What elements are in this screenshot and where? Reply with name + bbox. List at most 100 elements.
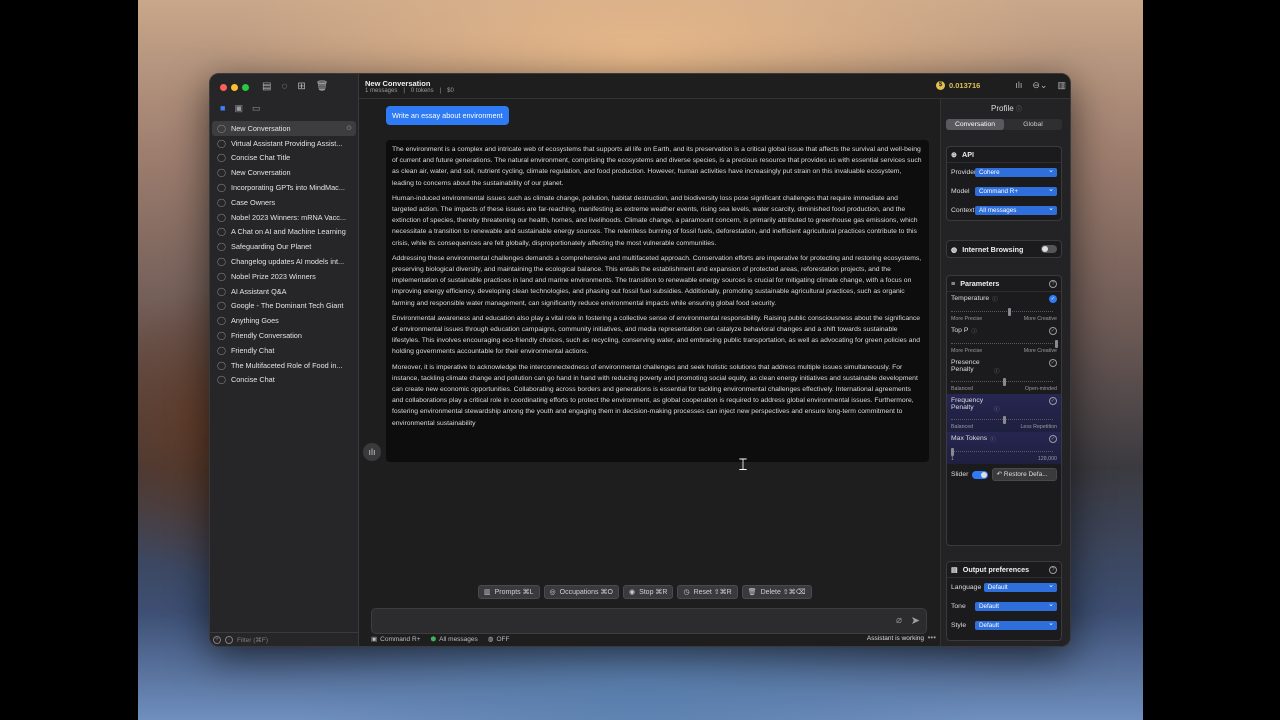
conversation-item[interactable]: ◯ Virtual Assistant Providing Assist...	[212, 136, 356, 151]
conversation-item[interactable]: ◯ Concise Chat Title	[212, 151, 356, 166]
temperature-checkbox[interactable]: ✓	[1049, 295, 1057, 303]
top-p-checkbox[interactable]: ✓	[1049, 327, 1057, 335]
frequency-penalty-slider[interactable]	[951, 416, 1057, 424]
info-icon: ⓘ	[994, 407, 1000, 413]
conversation-options-icon[interactable]: ⊙	[346, 124, 352, 132]
temperature-slider-thumb[interactable]	[1008, 308, 1011, 316]
toggle-sidebar-icon[interactable]: ▤	[262, 81, 271, 92]
chat-bubble-icon: ◯	[217, 242, 226, 252]
frequency-penalty-checkbox[interactable]: ✓	[1049, 397, 1057, 405]
prompts-button[interactable]: ▥ Prompts ⌘L	[478, 585, 540, 599]
inbox-icon[interactable]: ▣	[234, 103, 243, 114]
presence-penalty-checkbox[interactable]: ✓	[1049, 359, 1057, 367]
message-input[interactable]	[372, 609, 862, 633]
stop-label: Stop ⌘R	[639, 589, 668, 596]
toggle-panel-icon[interactable]: ▥	[1057, 80, 1066, 91]
temperature-high-label: More Creative	[1023, 316, 1057, 322]
send-icon[interactable]: ➤	[911, 614, 920, 627]
provider-select[interactable]: Cohere	[975, 166, 1057, 177]
conversation-item[interactable]: ◯ The Multifaceted Role of Food in...	[212, 358, 356, 373]
conversation-item[interactable]: ◯ Concise Chat	[212, 373, 356, 388]
voice-icon[interactable]: ılı	[1015, 80, 1022, 91]
internet-browsing-label: Internet Browsing	[962, 244, 1024, 254]
attachment-icon[interactable]: ⌀	[896, 615, 902, 626]
conversation-item[interactable]: ◯ Google - The Dominant Tech Giant	[212, 299, 356, 314]
text-cursor-icon: 𝙸	[737, 455, 749, 475]
trash-icon[interactable]: 🗑︎	[316, 81, 329, 92]
status-model[interactable]: ▣ Command R+	[371, 635, 421, 644]
chat-bubble-icon: ◯	[217, 316, 226, 326]
parameters-header: ≡ Parameters?	[947, 276, 1061, 292]
tab-global[interactable]: Global	[1004, 119, 1062, 130]
conversation-item[interactable]: ◯ AI Assistant Q&A	[212, 284, 356, 299]
max-tokens-slider-thumb[interactable]	[951, 448, 954, 456]
close-window-button[interactable]	[220, 84, 227, 91]
presence-penalty-slider-thumb[interactable]	[1003, 378, 1006, 386]
conversation-list: ◯ New Conversation ⊙ ◯ Virtual Assistant Pro…	[212, 121, 356, 387]
minimize-window-button[interactable]	[231, 84, 238, 91]
frequency-penalty-slider-thumb[interactable]	[1003, 416, 1006, 424]
reset-button[interactable]: ◷ Reset ⇧⌘R	[677, 585, 738, 599]
conversation-item[interactable]: ◯ A Chat on AI and Machine Learning	[212, 225, 356, 240]
stop-button[interactable]: ◉ Stop ⌘R	[622, 585, 674, 599]
language-select[interactable]: Default	[983, 581, 1057, 592]
top-p-slider[interactable]	[951, 340, 1058, 348]
temperature-label: Temperature	[951, 295, 990, 302]
folder-icon[interactable]: ■	[220, 103, 225, 114]
presence-penalty-slider[interactable]	[951, 378, 1057, 386]
temperature-slider[interactable]	[951, 308, 1057, 316]
max-tokens-param: Max Tokens ⓘ ✓ 1 128,000	[947, 432, 1061, 464]
add-icon[interactable]: +	[213, 635, 221, 644]
occupations-button[interactable]: ◎ Occupations ⌘O	[543, 585, 619, 599]
delete-button[interactable]: 🗑︎ Delete ⇧⌘⌫	[741, 585, 812, 599]
conversation-item[interactable]: ◯ New Conversation ⊙	[212, 121, 356, 136]
conversation-item[interactable]: ◯ Nobel 2023 Winners: mRNA Vacc...	[212, 210, 356, 225]
presence-penalty-label: Presence Penalty	[951, 359, 980, 373]
help-icon[interactable]: ?	[1049, 565, 1057, 574]
status-context[interactable]: ⬢ All messages	[430, 635, 477, 644]
credit-balance: $ 0.013716	[936, 81, 980, 90]
chat-bubble-icon: ◯	[217, 271, 226, 281]
conversation-item[interactable]: ◯ Friendly Chat	[212, 343, 356, 358]
conversation-meta: 1 messages | 0 tokens | $0	[365, 88, 454, 94]
conversation-item-label: Concise Chat Title	[230, 153, 291, 163]
help-icon[interactable]: ?	[1049, 279, 1057, 288]
internet-browsing-toggle[interactable]	[1041, 245, 1057, 253]
conversation-item[interactable]: ◯ Safeguarding Our Planet	[212, 239, 356, 254]
filter-input[interactable]: Filter (⌘F)	[237, 636, 268, 644]
conversation-item[interactable]: ◯ Case Owners	[212, 195, 356, 210]
restore-defaults-button[interactable]: ↶ Restore Defa...	[991, 468, 1057, 481]
top-p-low-label: More Precise	[951, 348, 983, 354]
assistant-message: The environment is a complex and intrica…	[386, 140, 929, 462]
chat-bubble-icon: ◯	[217, 345, 226, 355]
tab-conversation[interactable]: Conversation	[946, 119, 1004, 130]
tone-select[interactable]: Default	[975, 600, 1057, 611]
status-browsing[interactable]: ◍ OFF	[488, 635, 510, 644]
more-options-icon[interactable]: •••	[928, 633, 936, 642]
conversation-item[interactable]: ◯ New Conversation	[212, 165, 356, 180]
sidebar-toolbar: ▤ ◌ ⊞ 🗑︎	[262, 81, 329, 92]
context-select[interactable]: All messages	[975, 204, 1057, 215]
max-tokens-checkbox[interactable]: ✓	[1049, 435, 1057, 443]
zoom-window-button[interactable]	[242, 84, 249, 91]
max-tokens-high-label: 128,000	[1037, 456, 1057, 462]
status-model-label: Command R+	[380, 635, 421, 643]
conversation-item[interactable]: ◯ Nobel Prize 2023 Winners	[212, 269, 356, 284]
filter-options-icon[interactable]: ·	[225, 635, 233, 644]
more-menu-icon[interactable]: ⊖⌄	[1032, 80, 1047, 91]
model-select[interactable]: Command R+	[975, 185, 1057, 196]
new-folder-icon[interactable]: ⊞	[297, 81, 305, 92]
conversation-item[interactable]: ◯ Incorporating GPTs into MindMac...	[212, 180, 356, 195]
conversation-item[interactable]: ◯ Changelog updates AI models int...	[212, 254, 356, 269]
slider-mode-toggle[interactable]	[972, 470, 988, 479]
style-select[interactable]: Default	[975, 619, 1057, 630]
conversation-item[interactable]: ◯ Friendly Conversation	[212, 328, 356, 343]
info-icon[interactable]: ⓘ	[1016, 107, 1022, 113]
conversation-item[interactable]: ◯ Anything Goes	[212, 313, 356, 328]
top-p-slider-thumb[interactable]	[1055, 340, 1058, 348]
max-tokens-slider[interactable]	[951, 448, 1057, 456]
context-label: Context	[951, 207, 975, 214]
conversation-item-label: Friendly Conversation	[230, 331, 302, 341]
archive-icon[interactable]: ▭	[252, 103, 261, 114]
new-chat-icon[interactable]: ◌	[281, 81, 287, 92]
